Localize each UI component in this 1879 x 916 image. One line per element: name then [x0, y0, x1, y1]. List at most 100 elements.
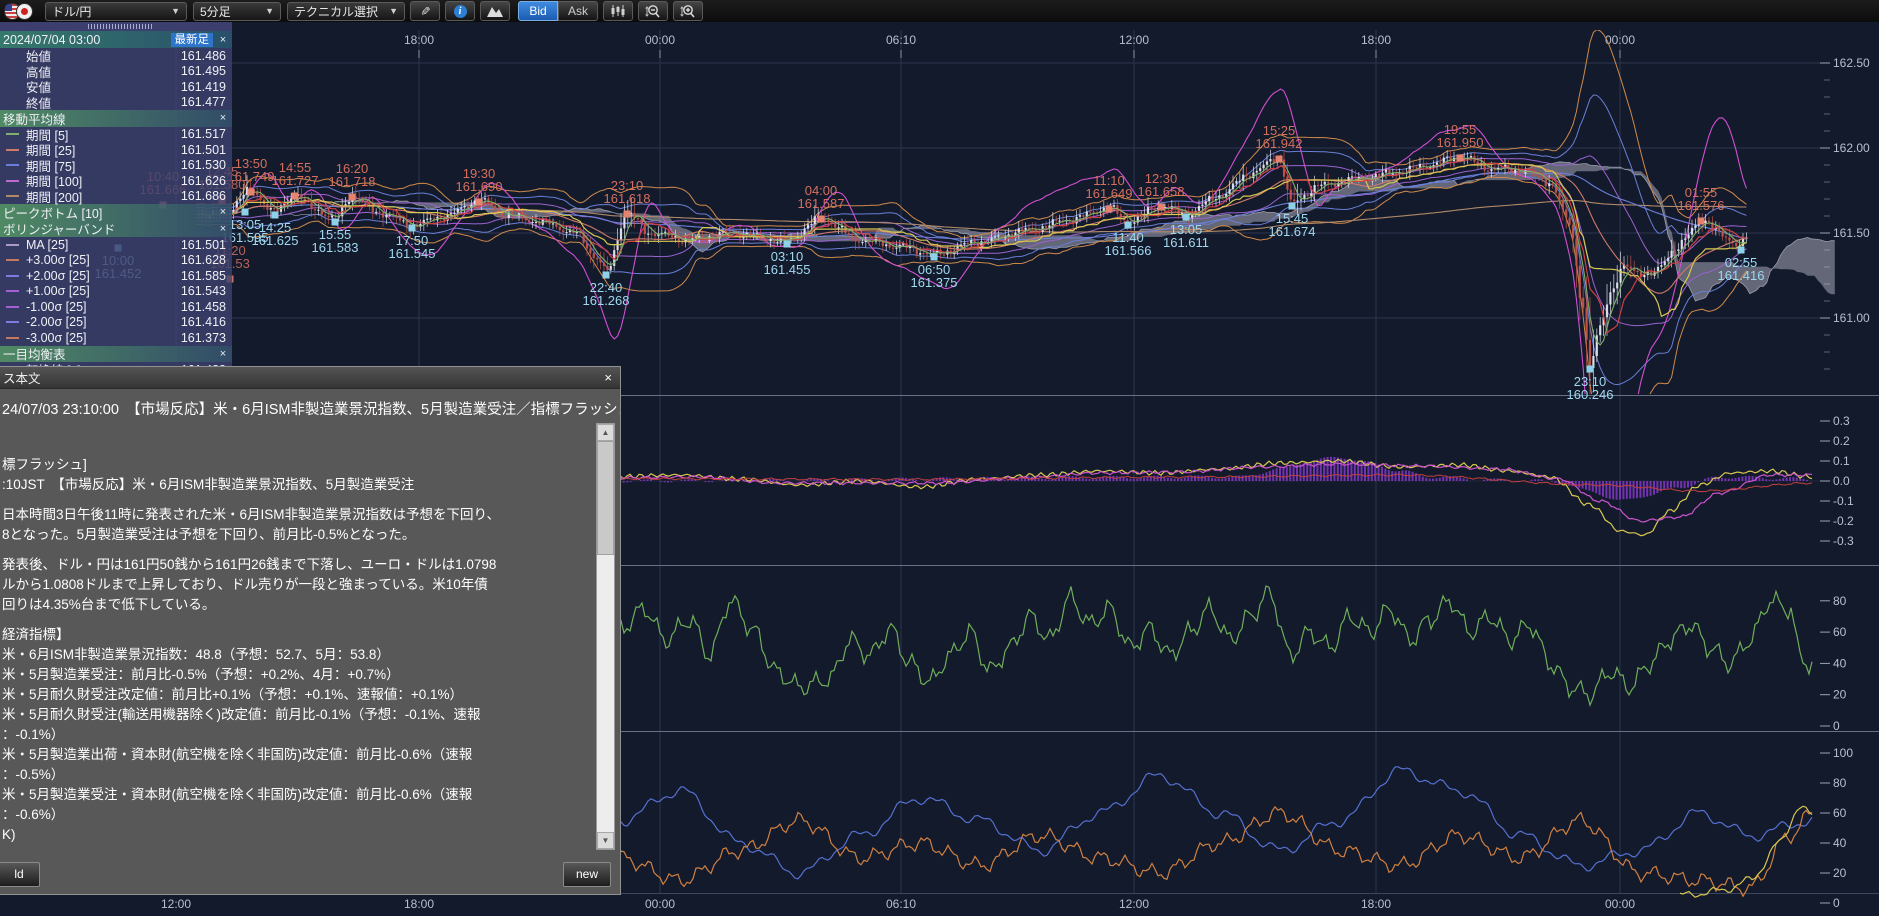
news-title-bar[interactable]: ス本文 × — [0, 367, 620, 389]
chevron-down-icon: ▼ — [389, 6, 398, 16]
indicator-row: +2.00σ [25]161.585 — [0, 268, 232, 284]
news-window: ス本文 × 24/07/03 23:10:00 【市場反応】米・6月ISM非製造… — [0, 366, 621, 895]
svg-text:161.718: 161.718 — [329, 174, 376, 189]
close-icon[interactable]: × — [217, 112, 229, 124]
svg-text:161.611: 161.611 — [1163, 235, 1209, 250]
news-body-line: 米・5月耐久財受注(輸送用機器除く)改定値：前月比-0.1%（予想：-0.1%、… — [2, 705, 592, 725]
x-axis-label: 06:10 — [886, 33, 916, 47]
svg-text:161.625: 161.625 — [252, 233, 299, 248]
older-news-button[interactable]: ld — [0, 862, 40, 887]
indicator-label: -1.00σ [25] — [26, 300, 181, 314]
chevron-down-icon: ▼ — [265, 6, 274, 16]
close-icon[interactable]: × — [604, 370, 612, 385]
indicator-value: 161.419 — [181, 80, 226, 94]
timeframe-select-value: 5分足 — [200, 3, 231, 20]
scroll-up-icon[interactable]: ▲ — [597, 424, 614, 441]
news-body-line — [2, 545, 592, 555]
svg-text:160.246: 160.246 — [1567, 387, 1614, 402]
oscillator-histogram — [599, 457, 1808, 500]
indicator-value: 161.501 — [181, 238, 226, 252]
pair-select[interactable]: ドル/円 ▼ — [45, 2, 187, 21]
timeframe-select[interactable]: 5分足 ▼ — [193, 2, 281, 21]
bar-datetime: 2024/07/04 03:00 — [3, 33, 171, 47]
indicator-row: 終値161.477 — [0, 95, 232, 111]
area-chart-button[interactable] — [480, 1, 510, 21]
close-icon[interactable]: × — [217, 223, 229, 235]
series-color-swatch — [6, 321, 19, 323]
mountain-icon — [486, 4, 504, 18]
indicator-label: MA [25] — [26, 238, 181, 252]
svg-text:161.749: 161.749 — [228, 169, 275, 184]
candle-chart-button[interactable] — [603, 1, 633, 21]
close-icon[interactable]: × — [217, 348, 229, 360]
news-scrollbar[interactable]: ▲ ▼ — [596, 423, 615, 850]
news-body-line: ルから1.0808ドルまで上昇しており、ドル売りが一段と強まっている。米10年債 — [2, 575, 592, 595]
y-axis-label: 60 — [1833, 806, 1847, 820]
pencil-icon: ✎ — [418, 6, 432, 16]
newer-news-button[interactable]: new — [563, 862, 611, 887]
indicator-row: -3.00σ [25]161.373 — [0, 330, 232, 346]
scroll-down-icon[interactable]: ▼ — [597, 832, 614, 849]
indicator-section-header: ピークボトム [10]× — [0, 204, 232, 221]
y-axis-label: 0.3 — [1833, 414, 1850, 428]
news-body-line: 米・5月製造業受注：前月比-0.5%（予想：+0.2%、4月：+0.7%） — [2, 665, 592, 685]
ask-label: Ask — [568, 4, 588, 18]
peak-label: 16:20161.718 — [329, 161, 376, 201]
bottom-label: 02:55161.416 — [1718, 247, 1765, 284]
x-axis-label: 06:10 — [886, 897, 916, 911]
scrollbar-thumb[interactable] — [597, 441, 614, 555]
ask-button[interactable]: Ask — [558, 1, 598, 21]
x-axis-label: 18:00 — [1361, 897, 1391, 911]
news-body-line — [2, 495, 592, 505]
zoom-in-icon — [679, 4, 697, 19]
zoom-out-button[interactable] — [638, 1, 668, 21]
section-title: ボリンジャーバンド — [3, 219, 217, 238]
series-color-swatch — [6, 149, 19, 151]
series-color-swatch — [6, 290, 19, 292]
news-window-title: ス本文 — [3, 368, 604, 387]
news-body-line: 発表後、ドル・円は161円50銭から161円26銭まで下落し、ユーロ・ドルは1.… — [2, 555, 592, 575]
indicator-section-header: ボリンジャーバンド× — [0, 221, 232, 238]
bid-label: Bid — [529, 4, 546, 18]
y-axis-label: -0.1 — [1833, 494, 1854, 508]
news-body-line: 米・5月製造業出荷・資本財(航空機を除く非国防)改定値：前月比-0.6%（速報 — [2, 745, 592, 765]
news-body: 標フラッシュ]:10JST 【市場反応】米・6月ISM非製造業景況指数、5月製造… — [2, 455, 592, 850]
indicator-value: 161.458 — [181, 300, 226, 314]
series-color-swatch — [6, 164, 19, 166]
indicator-value: 161.486 — [181, 49, 226, 63]
oscillator-line — [1680, 806, 1812, 897]
close-icon[interactable]: × — [217, 34, 229, 46]
latest-bar-button[interactable]: 最新足 — [171, 33, 214, 47]
zoom-in-button[interactable] — [673, 1, 703, 21]
fx-chart-app: { "toolbar": { "pair": "ドル/円", "timefram… — [0, 0, 1879, 916]
indicator-row: 期間 [200]161.686 — [0, 189, 232, 205]
indicator-value: 161.495 — [181, 64, 226, 78]
news-body-line — [2, 615, 592, 625]
news-body-line: K) — [2, 825, 592, 845]
indicator-label: -2.00σ [25] — [26, 315, 181, 329]
x-axis-label: 00:00 — [1605, 33, 1635, 47]
indicator-row: -2.00σ [25]161.416 — [0, 315, 232, 331]
indicator-label: +1.00σ [25] — [26, 284, 181, 298]
close-icon[interactable]: × — [217, 206, 229, 218]
x-axis-label: 18:00 — [404, 33, 434, 47]
y-axis-label: 80 — [1833, 594, 1847, 608]
indicator-value: 161.517 — [181, 127, 226, 141]
y-axis-label: 20 — [1833, 688, 1847, 702]
info-button[interactable]: i — [445, 1, 475, 21]
y-axis-label: 20 — [1833, 866, 1847, 880]
technical-select[interactable]: テクニカル選択 ▼ — [287, 2, 405, 21]
y-axis-label: 80 — [1833, 776, 1847, 790]
news-body-line: 日本時間3日午後11時に発表された米・6月ISM非製造業景況指数は予想を下回り、 — [2, 505, 592, 525]
svg-text:161.618: 161.618 — [604, 191, 651, 206]
news-headline: 24/07/03 23:10:00 【市場反応】米・6月ISM非製造業景況指数、… — [0, 389, 620, 419]
indicator-value: 161.501 — [181, 143, 226, 157]
news-body-line: :10JST 【市場反応】米・6月ISM非製造業景況指数、5月製造業受注 — [2, 475, 592, 495]
zoom-out-icon — [644, 4, 662, 19]
pair-select-value: ドル/円 — [52, 3, 91, 20]
y-axis-label: 161.00 — [1833, 311, 1870, 325]
indicator-value: 161.628 — [181, 253, 226, 267]
bid-button[interactable]: Bid — [518, 1, 558, 21]
draw-tool-button[interactable]: ✎ — [410, 1, 440, 21]
chevron-down-icon: ▼ — [171, 6, 180, 16]
